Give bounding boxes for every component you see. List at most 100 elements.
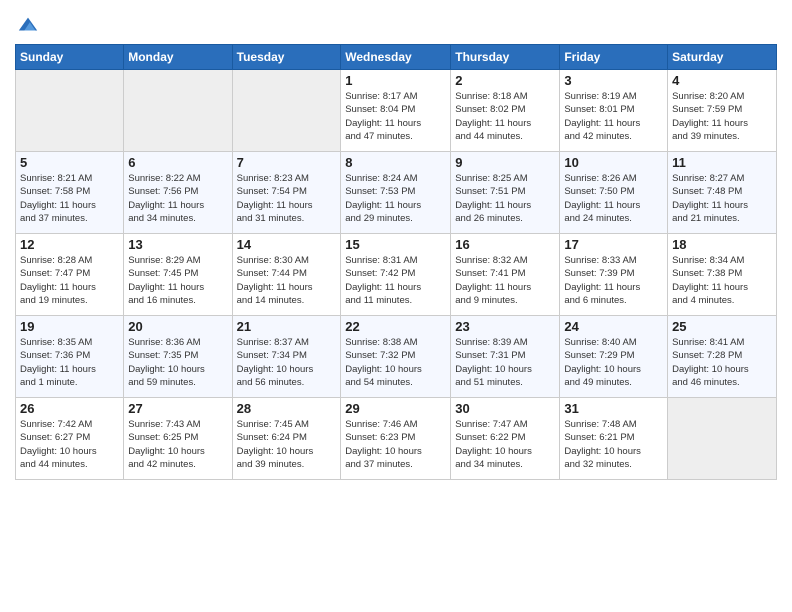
calendar-cell: 24 Sunrise: 8:40 AM Sunset: 7:29 PM Dayli… <box>560 316 668 398</box>
day-info: Sunrise: 7:48 AM Sunset: 6:21 PM Dayligh… <box>564 418 663 471</box>
calendar-cell <box>16 70 124 152</box>
day-number: 14 <box>237 237 337 252</box>
calendar-cell: 20 Sunrise: 8:36 AM Sunset: 7:35 PM Dayli… <box>124 316 232 398</box>
day-number: 17 <box>564 237 663 252</box>
calendar-cell: 12 Sunrise: 8:28 AM Sunset: 7:47 PM Dayli… <box>16 234 124 316</box>
weekday-header-friday: Friday <box>560 45 668 70</box>
day-info: Sunrise: 8:25 AM Sunset: 7:51 PM Dayligh… <box>455 172 555 225</box>
day-number: 15 <box>345 237 446 252</box>
day-info: Sunrise: 8:35 AM Sunset: 7:36 PM Dayligh… <box>20 336 119 389</box>
day-number: 12 <box>20 237 119 252</box>
calendar-cell: 5 Sunrise: 8:21 AM Sunset: 7:58 PM Daylig… <box>16 152 124 234</box>
calendar-cell: 13Sunrise: 8:29 AM Sunset: 7:45 PM Dayli… <box>124 234 232 316</box>
calendar-cell: 25 Sunrise: 8:41 AM Sunset: 7:28 PM Dayli… <box>668 316 777 398</box>
calendar-cell: 16 Sunrise: 8:32 AM Sunset: 7:41 PM Dayli… <box>451 234 560 316</box>
day-number: 16 <box>455 237 555 252</box>
day-number: 25 <box>672 319 772 334</box>
day-info: Sunrise: 7:46 AM Sunset: 6:23 PM Dayligh… <box>345 418 446 471</box>
day-number: 9 <box>455 155 555 170</box>
calendar-cell: 30 Sunrise: 7:47 AM Sunset: 6:22 PM Dayli… <box>451 398 560 480</box>
day-number: 21 <box>237 319 337 334</box>
day-info: Sunrise: 8:19 AM Sunset: 8:01 PM Dayligh… <box>564 90 663 143</box>
calendar-week-row: 1Sunrise: 8:17 AM Sunset: 8:04 PM Daylig… <box>16 70 777 152</box>
day-info: Sunrise: 8:40 AM Sunset: 7:29 PM Dayligh… <box>564 336 663 389</box>
day-info: Sunrise: 7:42 AM Sunset: 6:27 PM Dayligh… <box>20 418 119 471</box>
day-number: 30 <box>455 401 555 416</box>
day-info: Sunrise: 8:20 AM Sunset: 7:59 PM Dayligh… <box>672 90 772 143</box>
day-info: Sunrise: 7:43 AM Sunset: 6:25 PM Dayligh… <box>128 418 227 471</box>
calendar-week-row: 12 Sunrise: 8:28 AM Sunset: 7:47 PM Dayli… <box>16 234 777 316</box>
day-info: Sunrise: 8:22 AM Sunset: 7:56 PM Dayligh… <box>128 172 227 225</box>
calendar-cell: 11Sunrise: 8:27 AM Sunset: 7:48 PM Dayli… <box>668 152 777 234</box>
day-number: 10 <box>564 155 663 170</box>
weekday-header-sunday: Sunday <box>16 45 124 70</box>
calendar-week-row: 19 Sunrise: 8:35 AM Sunset: 7:36 PM Dayli… <box>16 316 777 398</box>
day-number: 26 <box>20 401 119 416</box>
calendar-cell: 23Sunrise: 8:39 AM Sunset: 7:31 PM Dayli… <box>451 316 560 398</box>
day-number: 11 <box>672 155 772 170</box>
calendar-cell: 31 Sunrise: 7:48 AM Sunset: 6:21 PM Dayli… <box>560 398 668 480</box>
day-info: Sunrise: 8:33 AM Sunset: 7:39 PM Dayligh… <box>564 254 663 307</box>
day-info: Sunrise: 8:38 AM Sunset: 7:32 PM Dayligh… <box>345 336 446 389</box>
logo-icon <box>17 14 39 36</box>
calendar-week-row: 5 Sunrise: 8:21 AM Sunset: 7:58 PM Daylig… <box>16 152 777 234</box>
calendar-cell: 22 Sunrise: 8:38 AM Sunset: 7:32 PM Dayli… <box>341 316 451 398</box>
calendar-cell <box>124 70 232 152</box>
day-info: Sunrise: 8:26 AM Sunset: 7:50 PM Dayligh… <box>564 172 663 225</box>
calendar-header-row: SundayMondayTuesdayWednesdayThursdayFrid… <box>16 45 777 70</box>
day-number: 3 <box>564 73 663 88</box>
day-info: Sunrise: 8:36 AM Sunset: 7:35 PM Dayligh… <box>128 336 227 389</box>
calendar-cell: 15 Sunrise: 8:31 AM Sunset: 7:42 PM Dayli… <box>341 234 451 316</box>
weekday-header-tuesday: Tuesday <box>232 45 341 70</box>
calendar-cell: 2 Sunrise: 8:18 AM Sunset: 8:02 PM Daylig… <box>451 70 560 152</box>
calendar-cell: 10 Sunrise: 8:26 AM Sunset: 7:50 PM Dayli… <box>560 152 668 234</box>
day-number: 28 <box>237 401 337 416</box>
day-number: 13 <box>128 237 227 252</box>
day-number: 24 <box>564 319 663 334</box>
day-number: 29 <box>345 401 446 416</box>
day-info: Sunrise: 8:34 AM Sunset: 7:38 PM Dayligh… <box>672 254 772 307</box>
day-number: 19 <box>20 319 119 334</box>
calendar-table: SundayMondayTuesdayWednesdayThursdayFrid… <box>15 44 777 480</box>
day-number: 23 <box>455 319 555 334</box>
day-info: Sunrise: 8:30 AM Sunset: 7:44 PM Dayligh… <box>237 254 337 307</box>
weekday-header-wednesday: Wednesday <box>341 45 451 70</box>
calendar-cell: 8Sunrise: 8:24 AM Sunset: 7:53 PM Daylig… <box>341 152 451 234</box>
calendar-cell: 9 Sunrise: 8:25 AM Sunset: 7:51 PM Daylig… <box>451 152 560 234</box>
day-number: 22 <box>345 319 446 334</box>
calendar-cell: 17 Sunrise: 8:33 AM Sunset: 7:39 PM Dayli… <box>560 234 668 316</box>
calendar-cell: 3 Sunrise: 8:19 AM Sunset: 8:01 PM Daylig… <box>560 70 668 152</box>
day-info: Sunrise: 8:21 AM Sunset: 7:58 PM Dayligh… <box>20 172 119 225</box>
day-info: Sunrise: 8:28 AM Sunset: 7:47 PM Dayligh… <box>20 254 119 307</box>
day-info: Sunrise: 7:45 AM Sunset: 6:24 PM Dayligh… <box>237 418 337 471</box>
day-info: Sunrise: 8:41 AM Sunset: 7:28 PM Dayligh… <box>672 336 772 389</box>
day-info: Sunrise: 8:24 AM Sunset: 7:53 PM Dayligh… <box>345 172 446 225</box>
day-number: 6 <box>128 155 227 170</box>
calendar-cell: 26 Sunrise: 7:42 AM Sunset: 6:27 PM Dayli… <box>16 398 124 480</box>
day-info: Sunrise: 7:47 AM Sunset: 6:22 PM Dayligh… <box>455 418 555 471</box>
calendar-cell: 29 Sunrise: 7:46 AM Sunset: 6:23 PM Dayli… <box>341 398 451 480</box>
day-number: 27 <box>128 401 227 416</box>
calendar-cell: 28 Sunrise: 7:45 AM Sunset: 6:24 PM Dayli… <box>232 398 341 480</box>
day-number: 20 <box>128 319 227 334</box>
day-number: 1 <box>345 73 446 88</box>
calendar-cell: 14 Sunrise: 8:30 AM Sunset: 7:44 PM Dayli… <box>232 234 341 316</box>
page: SundayMondayTuesdayWednesdayThursdayFrid… <box>0 0 792 612</box>
header <box>15 10 777 36</box>
logo <box>15 14 39 36</box>
day-number: 5 <box>20 155 119 170</box>
day-number: 31 <box>564 401 663 416</box>
day-number: 2 <box>455 73 555 88</box>
day-info: Sunrise: 8:18 AM Sunset: 8:02 PM Dayligh… <box>455 90 555 143</box>
calendar-cell <box>232 70 341 152</box>
day-info: Sunrise: 8:32 AM Sunset: 7:41 PM Dayligh… <box>455 254 555 307</box>
day-info: Sunrise: 8:31 AM Sunset: 7:42 PM Dayligh… <box>345 254 446 307</box>
day-number: 4 <box>672 73 772 88</box>
weekday-header-monday: Monday <box>124 45 232 70</box>
calendar-cell: 18Sunrise: 8:34 AM Sunset: 7:38 PM Dayli… <box>668 234 777 316</box>
calendar-cell: 1Sunrise: 8:17 AM Sunset: 8:04 PM Daylig… <box>341 70 451 152</box>
calendar-cell: 6 Sunrise: 8:22 AM Sunset: 7:56 PM Daylig… <box>124 152 232 234</box>
calendar-cell: 4 Sunrise: 8:20 AM Sunset: 7:59 PM Daylig… <box>668 70 777 152</box>
weekday-header-saturday: Saturday <box>668 45 777 70</box>
calendar-cell: 27 Sunrise: 7:43 AM Sunset: 6:25 PM Dayli… <box>124 398 232 480</box>
